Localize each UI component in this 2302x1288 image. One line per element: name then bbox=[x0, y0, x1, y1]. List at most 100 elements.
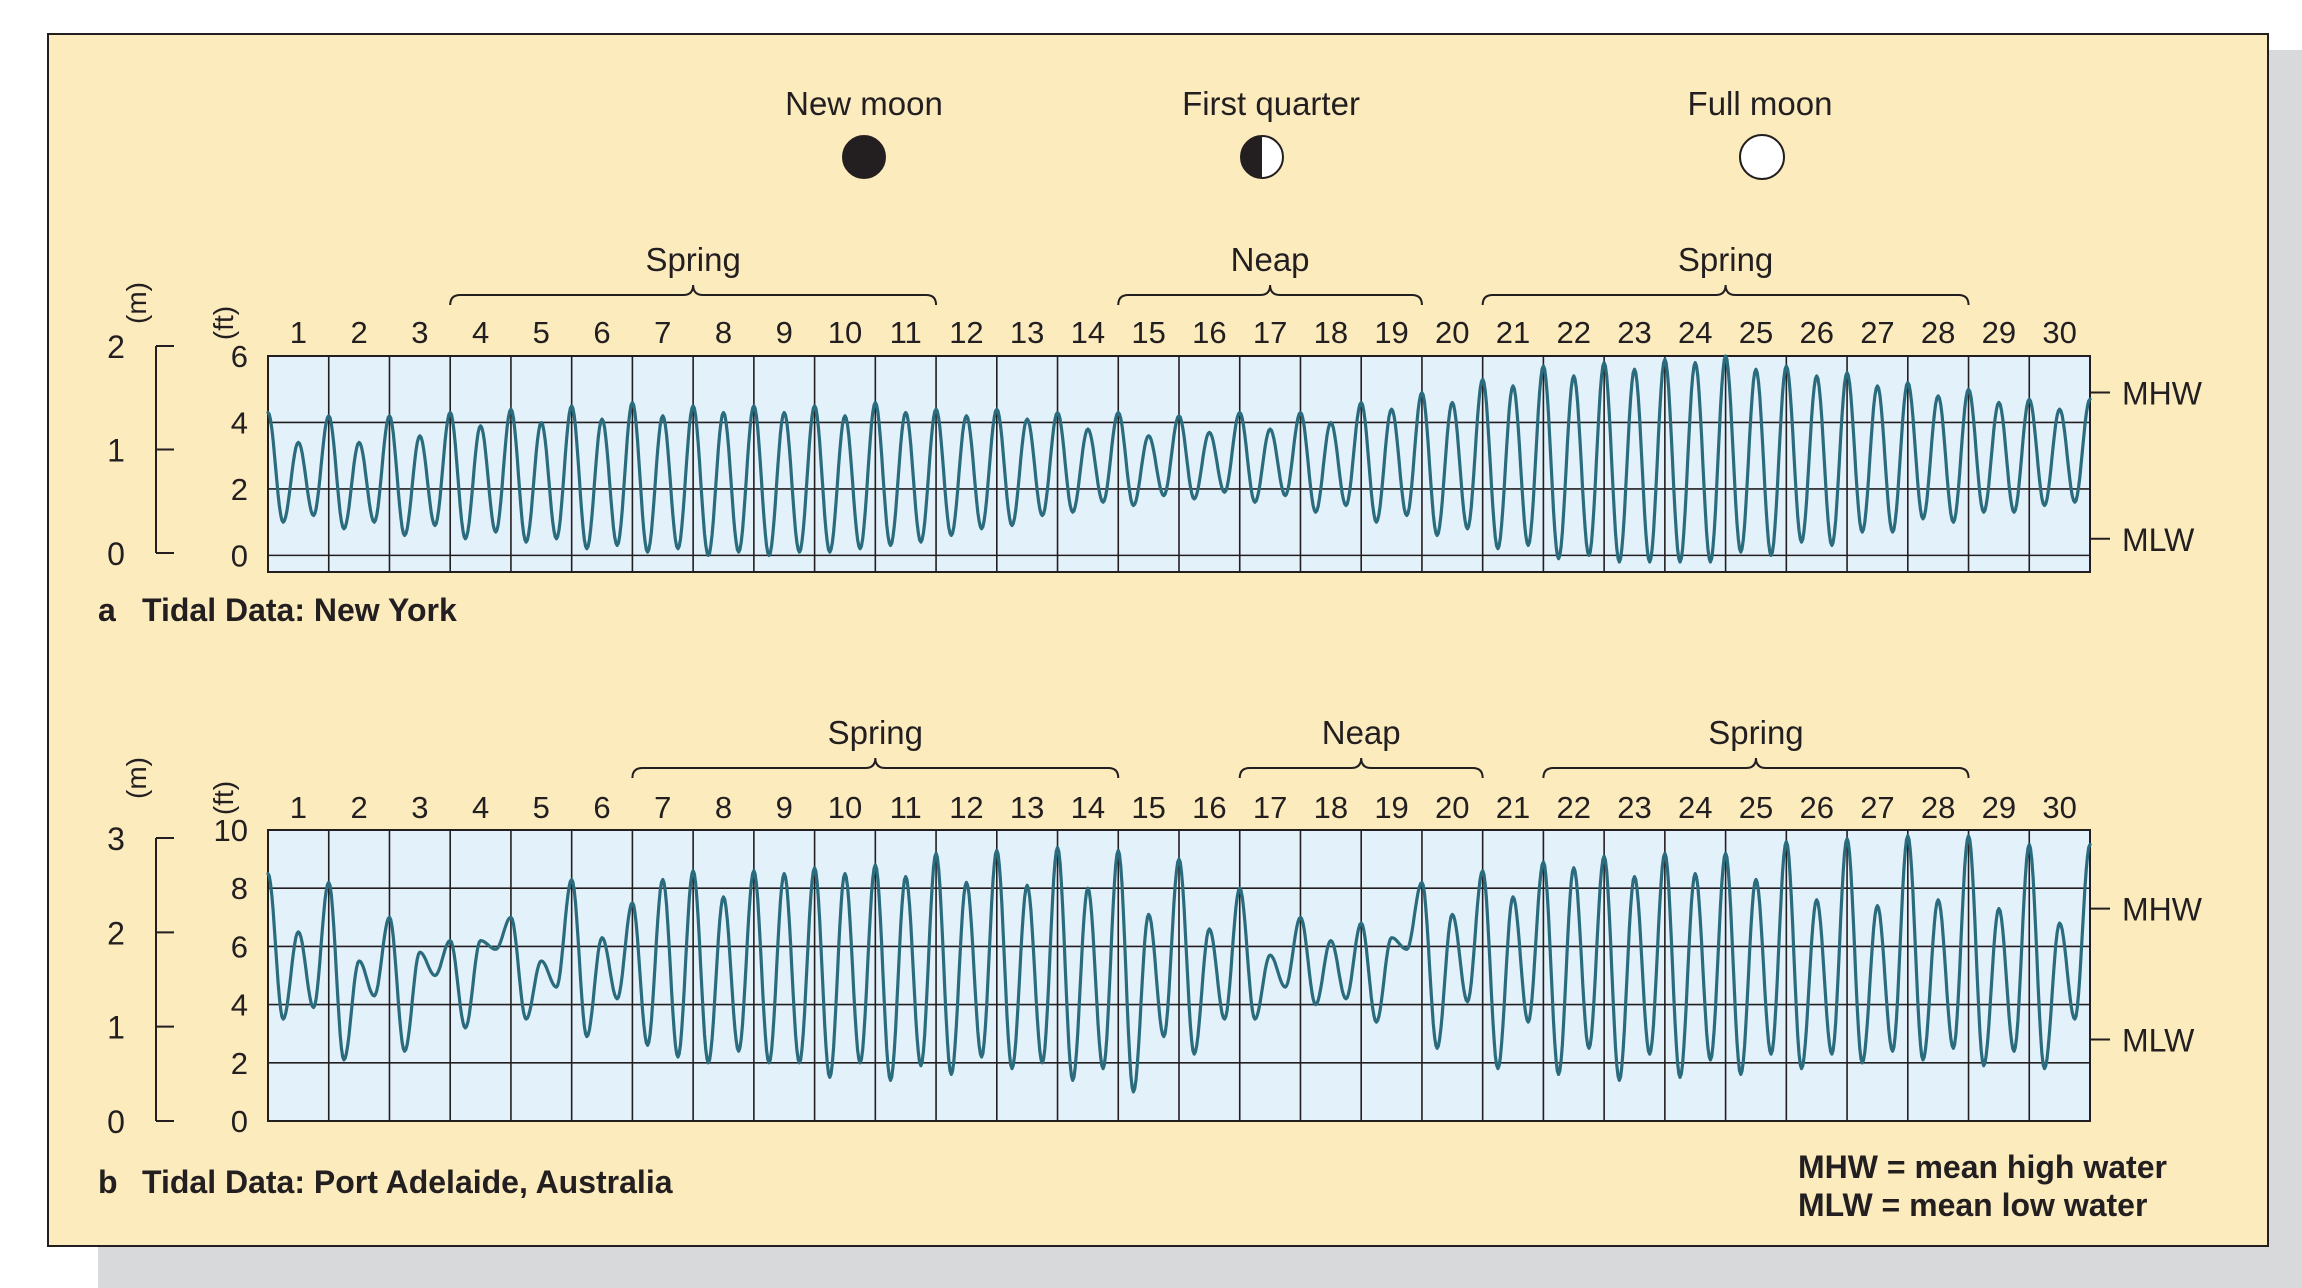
day-tick-label: 7 bbox=[654, 315, 671, 350]
m-tick-label: 1 bbox=[107, 433, 125, 469]
day-tick-label: 22 bbox=[1557, 790, 1591, 825]
m-tick-label: 1 bbox=[107, 1010, 125, 1046]
day-tick-label: 5 bbox=[533, 790, 550, 825]
day-tick-label: 15 bbox=[1131, 790, 1165, 825]
day-tick-label: 9 bbox=[776, 790, 793, 825]
full-moon-icon bbox=[1739, 134, 1785, 180]
ft-tick-label: 0 bbox=[231, 538, 248, 573]
panel-a-letter: a bbox=[98, 592, 116, 628]
day-tick-label: 19 bbox=[1374, 315, 1408, 350]
day-tick-label: 1 bbox=[290, 790, 307, 825]
day-tick-label: 22 bbox=[1557, 315, 1591, 350]
ft-axis-title: (ft) bbox=[208, 781, 239, 815]
day-tick-label: 2 bbox=[350, 790, 367, 825]
day-tick-label: 24 bbox=[1678, 315, 1712, 350]
new-moon-icon bbox=[842, 135, 886, 179]
ft-tick-label: 6 bbox=[231, 929, 248, 964]
day-tick-label: 28 bbox=[1921, 790, 1955, 825]
m-tick-label: 3 bbox=[107, 821, 125, 857]
m-tick-label: 0 bbox=[107, 536, 125, 572]
reference-label-mlw: MLW bbox=[2122, 1023, 2195, 1059]
legend-mlw: MLW = mean low water bbox=[1798, 1187, 2147, 1223]
day-tick-label: 20 bbox=[1435, 790, 1469, 825]
period-label-spring: Spring bbox=[645, 241, 740, 278]
m-axis-title: (m) bbox=[121, 757, 152, 799]
day-tick-label: 1 bbox=[290, 315, 307, 350]
day-tick-label: 30 bbox=[2042, 315, 2076, 350]
day-tick-label: 20 bbox=[1435, 315, 1469, 350]
day-tick-label: 27 bbox=[1860, 790, 1894, 825]
day-tick-label: 3 bbox=[411, 790, 428, 825]
day-tick-label: 17 bbox=[1253, 315, 1287, 350]
day-tick-label: 11 bbox=[890, 315, 922, 350]
m-tick-label: 0 bbox=[107, 1104, 125, 1140]
day-tick-label: 23 bbox=[1617, 315, 1651, 350]
moon-label-full: Full moon bbox=[1688, 85, 1833, 122]
ft-tick-label: 0 bbox=[231, 1104, 248, 1139]
day-tick-label: 14 bbox=[1071, 315, 1105, 350]
day-tick-label: 9 bbox=[776, 315, 793, 350]
period-label-spring: Spring bbox=[1678, 241, 1773, 278]
day-tick-label: 26 bbox=[1799, 315, 1833, 350]
day-tick-label: 21 bbox=[1496, 315, 1530, 350]
day-tick-label: 14 bbox=[1071, 790, 1105, 825]
day-tick-label: 16 bbox=[1192, 315, 1226, 350]
day-tick-label: 28 bbox=[1921, 315, 1955, 350]
day-tick-label: 11 bbox=[890, 790, 922, 825]
panel-b-title: Tidal Data: Port Adelaide, Australia bbox=[142, 1164, 673, 1200]
legend-mhw: MHW = mean high water bbox=[1798, 1149, 2167, 1185]
day-tick-label: 16 bbox=[1192, 790, 1226, 825]
day-tick-label: 8 bbox=[715, 315, 732, 350]
day-tick-label: 17 bbox=[1253, 790, 1287, 825]
day-tick-label: 4 bbox=[472, 790, 489, 825]
tidal-figure: New moon First quarter Full moon 02461 2 3… bbox=[47, 33, 2302, 1288]
day-tick-label: 18 bbox=[1314, 315, 1348, 350]
first-quarter-moon-icon bbox=[1240, 135, 1284, 179]
period-label-spring: Spring bbox=[828, 714, 923, 751]
period-label-neap: Neap bbox=[1322, 714, 1401, 751]
day-tick-label: 29 bbox=[1982, 790, 2016, 825]
m-axis-title: (m) bbox=[121, 282, 152, 324]
m-tick-label: 2 bbox=[107, 329, 125, 365]
day-tick-label: 3 bbox=[411, 315, 428, 350]
day-tick-label: 29 bbox=[1982, 315, 2016, 350]
day-tick-label: 13 bbox=[1010, 790, 1044, 825]
period-label-spring: Spring bbox=[1708, 714, 1803, 751]
day-tick-label: 10 bbox=[828, 315, 862, 350]
ft-axis-title: (ft) bbox=[208, 306, 239, 340]
panel-b-letter: b bbox=[98, 1164, 118, 1200]
ft-tick-label: 2 bbox=[231, 472, 248, 507]
day-tick-label: 6 bbox=[593, 315, 610, 350]
ft-tick-label: 4 bbox=[231, 988, 248, 1023]
moon-label-first-quarter: First quarter bbox=[1182, 85, 1360, 122]
day-tick-label: 21 bbox=[1496, 790, 1530, 825]
ft-tick-label: 6 bbox=[231, 339, 248, 374]
ft-tick-label: 2 bbox=[231, 1046, 248, 1081]
day-tick-label: 30 bbox=[2042, 790, 2076, 825]
day-tick-label: 13 bbox=[1010, 315, 1044, 350]
day-tick-label: 23 bbox=[1617, 790, 1651, 825]
day-tick-label: 2 bbox=[350, 315, 367, 350]
ft-tick-label: 8 bbox=[231, 871, 248, 906]
day-tick-label: 15 bbox=[1131, 315, 1165, 350]
day-tick-label: 10 bbox=[828, 790, 862, 825]
day-tick-label: 12 bbox=[949, 315, 983, 350]
reference-label-mhw: MHW bbox=[2122, 892, 2203, 928]
day-tick-label: 19 bbox=[1374, 790, 1408, 825]
day-tick-label: 12 bbox=[949, 790, 983, 825]
moon-label-new: New moon bbox=[785, 85, 943, 122]
ft-tick-label: 10 bbox=[214, 813, 248, 848]
day-tick-label: 6 bbox=[593, 790, 610, 825]
day-tick-label: 25 bbox=[1739, 315, 1773, 350]
m-tick-label: 2 bbox=[107, 915, 125, 951]
day-tick-label: 8 bbox=[715, 790, 732, 825]
reference-label-mlw: MLW bbox=[2122, 522, 2195, 558]
day-tick-label: 26 bbox=[1799, 790, 1833, 825]
reference-label-mhw: MHW bbox=[2122, 376, 2203, 412]
day-tick-label: 25 bbox=[1739, 790, 1773, 825]
day-tick-label: 27 bbox=[1860, 315, 1894, 350]
day-tick-label: 24 bbox=[1678, 790, 1712, 825]
ft-tick-label: 4 bbox=[231, 405, 248, 440]
day-tick-label: 7 bbox=[654, 790, 671, 825]
day-tick-label: 4 bbox=[472, 315, 489, 350]
